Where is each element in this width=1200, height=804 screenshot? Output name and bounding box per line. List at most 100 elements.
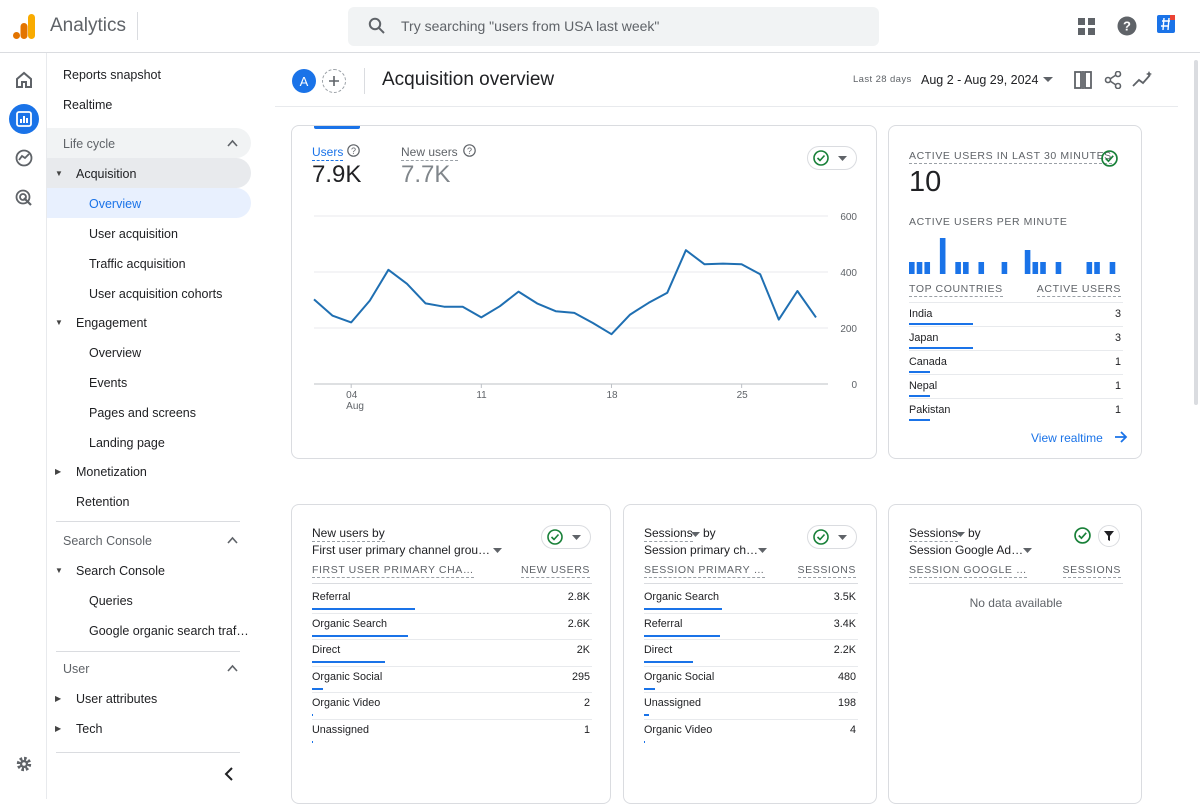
filter-button[interactable] bbox=[1098, 525, 1120, 547]
collapse-chevron-left-icon[interactable] bbox=[224, 767, 234, 781]
nav-landing-page[interactable]: Landing page bbox=[89, 436, 165, 450]
nav-traffic-acquisition[interactable]: Traffic acquisition bbox=[89, 257, 186, 271]
table-row-share-bar bbox=[312, 661, 385, 663]
reports-icon[interactable] bbox=[9, 104, 39, 134]
nav-reports-snapshot[interactable]: Reports snapshot bbox=[63, 68, 161, 82]
search-placeholder: Try searching "users from USA last week" bbox=[401, 18, 659, 34]
search-console-section-label: Search Console bbox=[63, 534, 152, 548]
row-divider bbox=[644, 719, 858, 720]
sessions-by-channel-card: Sessions by Session primary ch… Session … bbox=[623, 504, 877, 804]
check-circle-icon[interactable] bbox=[1101, 150, 1118, 167]
chevron-up-icon[interactable] bbox=[227, 664, 238, 672]
table-row-value: 2.8K bbox=[568, 591, 590, 603]
top-countries-header: Top countries bbox=[909, 283, 1003, 295]
comparison-avatar[interactable]: A bbox=[292, 69, 316, 93]
dimension-picker[interactable]: Session Google Ad… bbox=[909, 543, 1023, 557]
nav-retention[interactable]: Retention bbox=[76, 495, 130, 509]
explore-icon[interactable] bbox=[9, 143, 39, 173]
nav-user-acquisition-cohorts[interactable]: User acquisition cohorts bbox=[89, 287, 222, 301]
table-row-share-bar bbox=[644, 714, 649, 716]
help-icon[interactable]: ? bbox=[1117, 16, 1137, 36]
country-name: Canada bbox=[909, 356, 947, 368]
minute-bar bbox=[917, 262, 923, 274]
dimension-picker[interactable]: First user primary channel grou… bbox=[312, 543, 490, 557]
minute-bar bbox=[978, 262, 984, 274]
divider bbox=[364, 68, 365, 94]
x-month-label: Aug bbox=[346, 401, 364, 412]
y-tick-label: 0 bbox=[851, 380, 857, 391]
caret-right-icon[interactable]: ▶ bbox=[55, 724, 61, 733]
column-header-metric: New users bbox=[521, 564, 590, 576]
home-icon[interactable] bbox=[9, 65, 39, 95]
account-icon[interactable] bbox=[1157, 15, 1175, 33]
nav-tech[interactable]: Tech bbox=[76, 722, 102, 736]
caret-down-icon[interactable]: ▼ bbox=[55, 318, 63, 327]
x-tick-label: 04 bbox=[346, 390, 358, 401]
dropdown-arrow-icon[interactable] bbox=[691, 532, 700, 537]
settings-gear-icon[interactable] bbox=[9, 749, 39, 779]
row-divider bbox=[312, 613, 592, 614]
dropdown-arrow-icon[interactable] bbox=[758, 548, 767, 553]
nav-search-console[interactable]: Search Console bbox=[76, 564, 165, 578]
data-quality-dropdown[interactable] bbox=[541, 525, 591, 549]
minute-bar bbox=[1032, 262, 1038, 274]
table-row-share-bar bbox=[644, 688, 655, 690]
card-title[interactable]: Sessions bbox=[644, 526, 693, 540]
data-quality-dropdown[interactable] bbox=[807, 525, 857, 549]
nav-pages-and-screens[interactable]: Pages and screens bbox=[89, 406, 196, 420]
date-range-picker[interactable]: Aug 2 - Aug 29, 2024 bbox=[921, 73, 1038, 87]
nav-engagement-overview[interactable]: Overview bbox=[89, 346, 141, 360]
dropdown-arrow-icon[interactable] bbox=[493, 548, 502, 553]
analytics-logo bbox=[13, 14, 35, 39]
country-share-bar bbox=[909, 371, 930, 373]
chevron-up-icon[interactable] bbox=[227, 536, 238, 544]
nav-google-organic-search[interactable]: Google organic search traf… bbox=[89, 624, 249, 638]
nav-user-attributes[interactable]: User attributes bbox=[76, 692, 157, 706]
table-row-value: 2K bbox=[577, 644, 590, 656]
date-range-label: Last 28 days bbox=[853, 74, 912, 85]
compare-icon[interactable] bbox=[1074, 71, 1092, 89]
caret-down-icon[interactable]: ▼ bbox=[55, 566, 63, 575]
column-header-dimension: First user primary cha… bbox=[312, 564, 474, 576]
dropdown-arrow-icon[interactable] bbox=[1043, 77, 1053, 83]
caret-right-icon[interactable]: ▶ bbox=[55, 467, 61, 476]
search-input[interactable]: Try searching "users from USA last week" bbox=[348, 7, 879, 46]
nav-user-acquisition[interactable]: User acquisition bbox=[89, 227, 178, 241]
realtime-title: Active users in last 30 minutes bbox=[909, 150, 1112, 162]
chevron-up-icon[interactable] bbox=[227, 139, 238, 147]
country-share-bar bbox=[909, 323, 973, 325]
insights-icon[interactable] bbox=[1132, 71, 1154, 89]
x-tick-label: 25 bbox=[737, 390, 749, 401]
nav-engagement[interactable]: Engagement bbox=[76, 316, 147, 330]
view-realtime-link[interactable]: View realtime bbox=[1031, 431, 1103, 445]
check-circle-icon[interactable] bbox=[1074, 527, 1091, 544]
share-icon[interactable] bbox=[1104, 71, 1122, 89]
dropdown-arrow-icon[interactable] bbox=[1023, 548, 1032, 553]
country-name: India bbox=[909, 308, 932, 320]
dimension-picker[interactable]: Session primary ch… bbox=[644, 543, 758, 557]
row-divider bbox=[909, 398, 1123, 399]
country-share-bar bbox=[909, 347, 973, 349]
nav-acquisition-overview[interactable]: Overview bbox=[89, 197, 141, 211]
nav-acquisition[interactable]: Acquisition bbox=[76, 167, 136, 181]
dropdown-arrow-icon[interactable] bbox=[956, 532, 965, 537]
user-section-label: User bbox=[63, 662, 89, 676]
nav-events[interactable]: Events bbox=[89, 376, 127, 390]
add-comparison-button[interactable] bbox=[322, 69, 346, 93]
caret-down-icon[interactable]: ▼ bbox=[55, 169, 63, 178]
card-title[interactable]: New users by bbox=[312, 526, 385, 540]
page-scrollbar[interactable] bbox=[1194, 60, 1198, 405]
search-icon bbox=[368, 17, 386, 35]
x-tick-label: 18 bbox=[606, 390, 618, 401]
divider bbox=[56, 651, 240, 652]
apps-grid-icon[interactable] bbox=[1078, 18, 1095, 35]
card-title[interactable]: Sessions bbox=[909, 526, 958, 540]
nav-realtime[interactable]: Realtime bbox=[63, 98, 112, 112]
row-divider bbox=[909, 350, 1123, 351]
nav-queries[interactable]: Queries bbox=[89, 594, 133, 608]
advertising-icon[interactable] bbox=[9, 183, 39, 213]
divider bbox=[56, 752, 240, 753]
arrow-right-icon[interactable] bbox=[1115, 431, 1128, 443]
nav-monetization[interactable]: Monetization bbox=[76, 465, 147, 479]
caret-right-icon[interactable]: ▶ bbox=[55, 694, 61, 703]
